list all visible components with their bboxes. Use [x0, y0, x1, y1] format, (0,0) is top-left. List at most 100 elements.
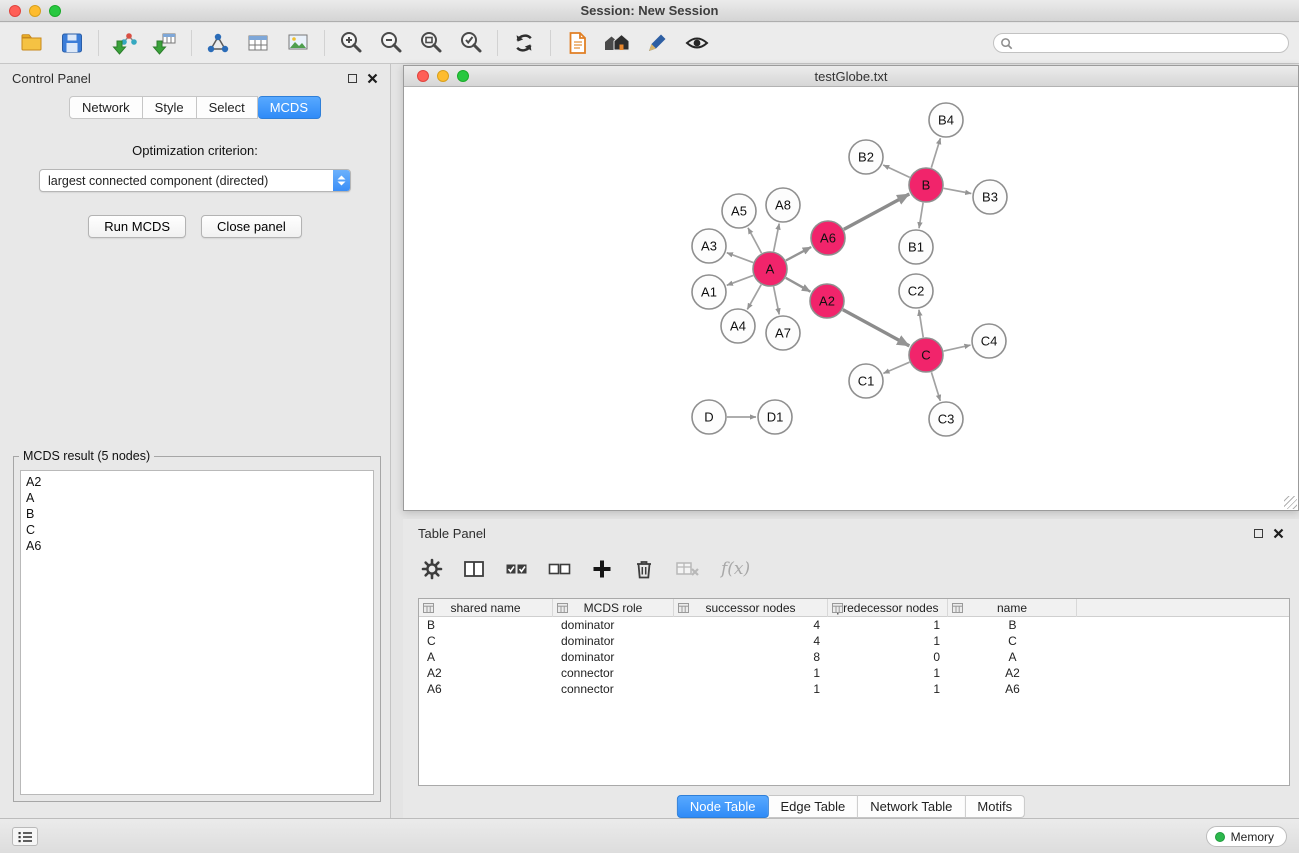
network-node-A5[interactable]: A5	[722, 194, 756, 228]
network-node-C2[interactable]: C2	[899, 274, 933, 308]
import-table-file-button[interactable]	[145, 27, 185, 59]
minimize-window-button[interactable]	[29, 5, 41, 17]
mcds-result-item[interactable]: A6	[26, 538, 368, 554]
network-node-A3[interactable]: A3	[692, 229, 726, 263]
edge-A-A2[interactable]	[786, 278, 811, 292]
zoom-fit-button[interactable]	[411, 27, 451, 59]
table-row[interactable]: Adominator80A	[419, 649, 1289, 665]
save-session-button[interactable]	[52, 27, 92, 59]
table-cell[interactable]: 1	[828, 665, 948, 681]
network-node-D1[interactable]: D1	[758, 400, 792, 434]
tab-select[interactable]: Select	[197, 96, 258, 119]
edge-C-C3[interactable]	[931, 372, 940, 401]
select-all-columns-button[interactable]	[505, 558, 528, 580]
table-cell[interactable]: B	[419, 617, 553, 633]
network-node-B1[interactable]: B1	[899, 230, 933, 264]
table-cell[interactable]: 1	[828, 617, 948, 633]
search-input[interactable]	[1017, 36, 1288, 50]
function-builder-button[interactable]: f(x)	[721, 559, 750, 579]
network-node-C[interactable]: C	[909, 338, 943, 372]
edge-B-B1[interactable]	[919, 203, 923, 228]
network-node-A2[interactable]: A2	[810, 284, 844, 318]
table-row[interactable]: Bdominator41B	[419, 617, 1289, 633]
edge-A6-B[interactable]	[844, 194, 910, 229]
table-cell[interactable]: 8	[674, 649, 828, 665]
export-image-button[interactable]	[278, 27, 318, 59]
mcds-result-item[interactable]: C	[26, 522, 368, 538]
show-console-button[interactable]	[12, 827, 38, 846]
table-cell[interactable]: connector	[553, 665, 674, 681]
edge-A-A3[interactable]	[727, 253, 753, 263]
apply-layout-button[interactable]	[504, 27, 544, 59]
network-node-B3[interactable]: B3	[973, 180, 1007, 214]
close-mcds-panel-button[interactable]: Close panel	[201, 215, 302, 238]
table-tab-node-table[interactable]: Node Table	[677, 795, 769, 818]
edge-B-B3[interactable]	[944, 188, 972, 193]
table-cell[interactable]: 1	[828, 681, 948, 697]
close-table-panel-button[interactable]	[1273, 528, 1284, 539]
table-row[interactable]: A2connector11A2	[419, 665, 1289, 681]
table-cell[interactable]: connector	[553, 681, 674, 697]
tab-style[interactable]: Style	[143, 96, 197, 119]
mcds-result-item[interactable]: B	[26, 506, 368, 522]
network-canvas[interactable]: B4B2BB3A5A8A6B1A3AC2A1A2A4A7C4CC1C3DD1	[404, 87, 1298, 510]
gallery-button[interactable]	[597, 27, 637, 59]
column-header-name[interactable]: name	[948, 599, 1077, 617]
table-cell[interactable]: 1	[674, 665, 828, 681]
float-panel-button[interactable]	[348, 74, 357, 83]
zoom-in-button[interactable]	[331, 27, 371, 59]
network-node-B4[interactable]: B4	[929, 103, 963, 137]
network-node-A6[interactable]: A6	[811, 221, 845, 255]
edge-B-B4[interactable]	[931, 138, 940, 168]
run-mcds-button[interactable]: Run MCDS	[88, 215, 186, 238]
show-hide-details-button[interactable]	[677, 27, 717, 59]
table-cell[interactable]: dominator	[553, 649, 674, 665]
unselect-all-columns-button[interactable]	[548, 558, 571, 580]
table-tab-motifs[interactable]: Motifs	[965, 795, 1025, 818]
table-cell[interactable]: 1	[828, 633, 948, 649]
table-tab-edge-table[interactable]: Edge Table	[768, 795, 858, 818]
zoom-out-button[interactable]	[371, 27, 411, 59]
network-node-A7[interactable]: A7	[766, 316, 800, 350]
table-cell[interactable]: A	[419, 649, 553, 665]
table-cell[interactable]: A2	[419, 665, 553, 681]
table-cell[interactable]: dominator	[553, 617, 674, 633]
mcds-result-item[interactable]: A2	[26, 474, 368, 490]
table-cell[interactable]: A6	[948, 681, 1077, 697]
table-row[interactable]: Cdominator41C	[419, 633, 1289, 649]
maximize-view-button[interactable]	[457, 70, 469, 82]
network-node-B[interactable]: B	[909, 168, 943, 202]
table-cell[interactable]: 1	[674, 681, 828, 697]
table-cell[interactable]: 4	[674, 633, 828, 649]
table-settings-button[interactable]	[421, 558, 443, 580]
column-header-shared-name[interactable]: shared name	[419, 599, 553, 617]
float-table-panel-button[interactable]	[1254, 529, 1263, 538]
network-node-A1[interactable]: A1	[692, 275, 726, 309]
show-columns-button[interactable]	[463, 558, 485, 580]
table-cell[interactable]: dominator	[553, 633, 674, 649]
table-cell[interactable]: 4	[674, 617, 828, 633]
table-tab-network-table[interactable]: Network Table	[858, 795, 965, 818]
edge-A-A1[interactable]	[727, 275, 753, 285]
table-cell[interactable]: C	[419, 633, 553, 649]
open-session-button[interactable]	[12, 27, 52, 59]
create-column-button[interactable]	[591, 558, 613, 580]
edge-A-A8[interactable]	[774, 224, 780, 252]
mcds-result-item[interactable]: A	[26, 490, 368, 506]
edge-A-A4[interactable]	[747, 285, 761, 310]
table-cell[interactable]: A	[948, 649, 1077, 665]
column-header-successor-nodes[interactable]: successor nodes	[674, 599, 828, 617]
network-node-B2[interactable]: B2	[849, 140, 883, 174]
delete-column-button[interactable]	[633, 558, 655, 580]
import-network-file-button[interactable]	[105, 27, 145, 59]
network-node-D[interactable]: D	[692, 400, 726, 434]
network-node-C1[interactable]: C1	[849, 364, 883, 398]
tab-mcds[interactable]: MCDS	[258, 96, 321, 119]
table-cell[interactable]: 0	[828, 649, 948, 665]
edge-C-C1[interactable]	[883, 362, 909, 373]
minimize-view-button[interactable]	[437, 70, 449, 82]
network-node-C3[interactable]: C3	[929, 402, 963, 436]
resize-grip[interactable]	[1284, 496, 1297, 509]
network-node-C4[interactable]: C4	[972, 324, 1006, 358]
edge-A-A6[interactable]	[786, 247, 811, 261]
